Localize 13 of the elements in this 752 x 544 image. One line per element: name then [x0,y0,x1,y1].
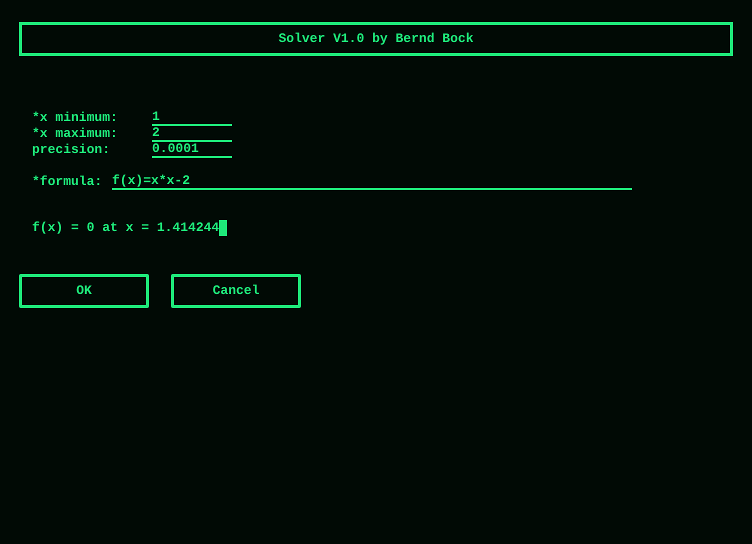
result-text: f(x) = 0 at x = 1.414244 [32,220,220,236]
dialog-button[interactable]: Cancel [171,274,301,308]
window-title: Solver V1.0 by Bernd Bock [19,22,733,56]
input-field[interactable]: f(x)=x*x-2 [112,174,632,190]
input-field[interactable]: 2 [152,126,232,142]
text-cursor [219,220,228,236]
input-field[interactable]: 0.0001 [152,142,232,158]
input-field[interactable]: 1 [152,110,232,126]
field-label: *formula: [32,174,104,190]
field-label: *x minimum: [32,110,119,126]
dialog-button[interactable]: OK [19,274,149,308]
field-label: *x maximum: [32,126,119,142]
field-label: precision: [32,142,112,158]
